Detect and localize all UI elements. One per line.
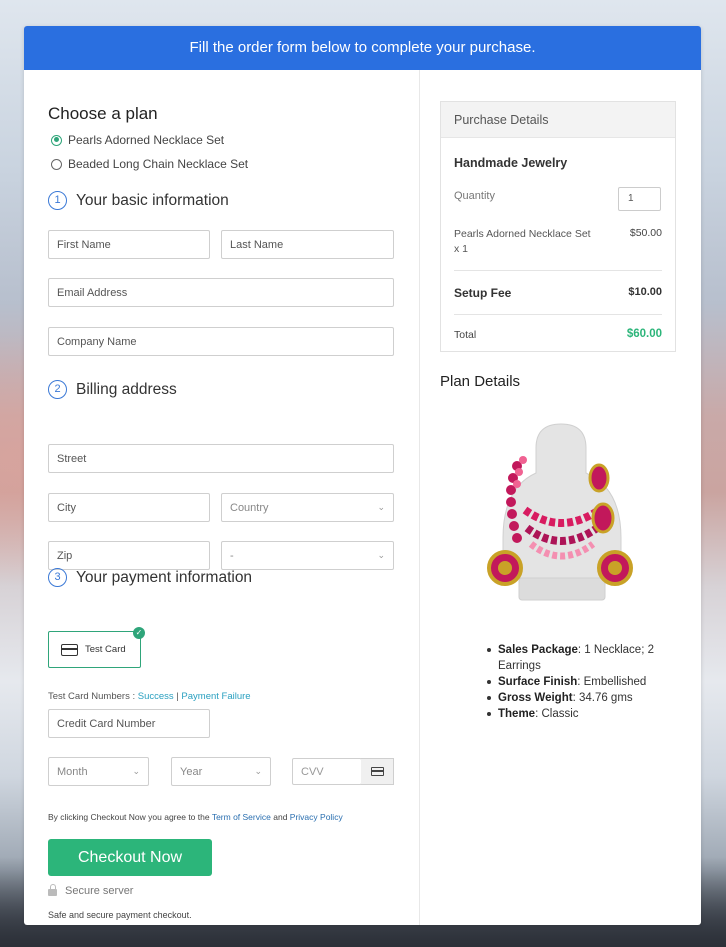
terms-and: and [273, 812, 288, 822]
cvv-card-button[interactable] [361, 758, 394, 785]
section-title: Your basic information [76, 191, 229, 209]
zip-input[interactable]: Zip [48, 541, 210, 570]
secure-server-row: Secure server [48, 884, 134, 897]
street-input[interactable]: Street [48, 444, 394, 473]
step-number-badge: 1 [48, 191, 67, 210]
total-label: Total [454, 329, 477, 341]
chevron-down-icon: ⌄ [254, 766, 262, 776]
link-separator: | [176, 691, 179, 702]
order-form-card: Fill the order form below to complete yo… [24, 26, 701, 925]
terms-prefix: By clicking Checkout Now you agree to th… [48, 812, 210, 822]
test-card-option[interactable]: Test Card ✓ [48, 627, 145, 668]
setup-fee-label: Setup Fee [454, 286, 512, 300]
credit-card-icon [61, 643, 78, 656]
test-card-numbers-label: Test Card Numbers : [48, 691, 136, 702]
email-input[interactable]: Email Address [48, 278, 394, 307]
success-link[interactable]: Success [138, 691, 174, 702]
plan-specs-list: Sales Package: 1 Necklace; 2 Earrings Su… [487, 642, 687, 722]
line-item-price: $50.00 [629, 227, 662, 239]
basic-info-heading: 1 Your basic information [48, 191, 229, 210]
total-price: $60.00 [626, 328, 662, 340]
year-select[interactable]: Year ⌄ [171, 757, 271, 786]
terms-text: By clicking Checkout Now you agree to th… [48, 812, 343, 822]
credit-card-icon [370, 767, 384, 776]
radio-unselected-icon[interactable] [51, 158, 62, 170]
lock-icon [48, 884, 57, 896]
billing-address-heading: 2 Billing address [48, 380, 177, 399]
setup-fee-price: $10.00 [628, 286, 662, 298]
month-select[interactable]: Month ⌄ [48, 757, 149, 786]
state-select-value: - [230, 549, 234, 562]
chevron-down-icon: ⌄ [132, 766, 140, 776]
country-select-value: Country [230, 501, 269, 514]
summary-column: Purchase Details Handmade Jewelry Quanti… [421, 70, 701, 925]
purchase-details-title: Purchase Details [441, 102, 675, 138]
credit-card-number-input[interactable]: Credit Card Number [48, 709, 210, 738]
step-number-badge: 2 [48, 380, 67, 399]
divider [454, 270, 662, 271]
chevron-down-icon: ⌄ [377, 550, 385, 560]
first-name-input[interactable]: First Name [48, 230, 210, 259]
state-select[interactable]: - ⌄ [221, 541, 394, 570]
plan-option-pearls[interactable]: Pearls Adorned Necklace Set [51, 133, 224, 147]
radio-selected-icon[interactable] [51, 134, 62, 146]
plan-details-title: Plan Details [440, 373, 521, 390]
spec-item: Surface Finish: Embellished [487, 674, 687, 690]
terms-of-service-link[interactable]: Term of Service [212, 812, 271, 822]
section-title: Your payment information [76, 568, 253, 586]
last-name-input[interactable]: Last Name [221, 230, 394, 259]
test-card-numbers: Test Card Numbers : Success | Payment Fa… [48, 691, 251, 702]
section-title: Billing address [76, 380, 177, 398]
checkout-now-button[interactable]: Checkout Now [48, 839, 212, 876]
city-input[interactable]: City [48, 493, 210, 522]
divider [454, 314, 662, 315]
spec-item: Theme: Classic [487, 706, 687, 722]
payment-info-heading: 3 Your payment information [48, 568, 252, 587]
spec-item: Sales Package: 1 Necklace; 2 Earrings [487, 642, 687, 674]
country-select[interactable]: Country ⌄ [221, 493, 394, 522]
order-form-column: Choose a plan Pearls Adorned Necklace Se… [24, 70, 420, 925]
plan-option-beaded[interactable]: Beaded Long Chain Necklace Set [51, 157, 248, 171]
year-select-value: Year [180, 765, 203, 778]
check-icon: ✓ [133, 627, 145, 639]
plan-option-label: Beaded Long Chain Necklace Set [68, 157, 249, 171]
cvv-input[interactable]: CVV [292, 758, 362, 785]
chevron-down-icon: ⌄ [377, 502, 385, 512]
purchase-details-box: Purchase Details Handmade Jewelry Quanti… [440, 101, 676, 352]
test-card-label: Test Card [85, 644, 126, 655]
line-item-name: Pearls Adorned Necklace Set x 1 [454, 228, 591, 255]
choose-plan-title: Choose a plan [48, 104, 158, 123]
quantity-label: Quantity [454, 190, 495, 202]
privacy-policy-link[interactable]: Privacy Policy [290, 812, 343, 822]
necklace-product-image [487, 423, 633, 601]
safe-checkout-text: Safe and secure payment checkout. [48, 910, 192, 920]
quantity-input[interactable]: 1 [618, 187, 661, 211]
secure-server-label: Secure server [65, 885, 134, 897]
spec-item: Gross Weight: 34.76 gms [487, 690, 687, 706]
plan-option-label: Pearls Adorned Necklace Set [68, 133, 225, 147]
header-banner: Fill the order form below to complete yo… [24, 26, 701, 70]
month-select-value: Month [57, 765, 88, 778]
payment-failure-link[interactable]: Payment Failure [181, 691, 250, 702]
company-input[interactable]: Company Name [48, 327, 394, 356]
step-number-badge: 3 [48, 568, 67, 587]
product-name: Handmade Jewelry [454, 156, 568, 170]
